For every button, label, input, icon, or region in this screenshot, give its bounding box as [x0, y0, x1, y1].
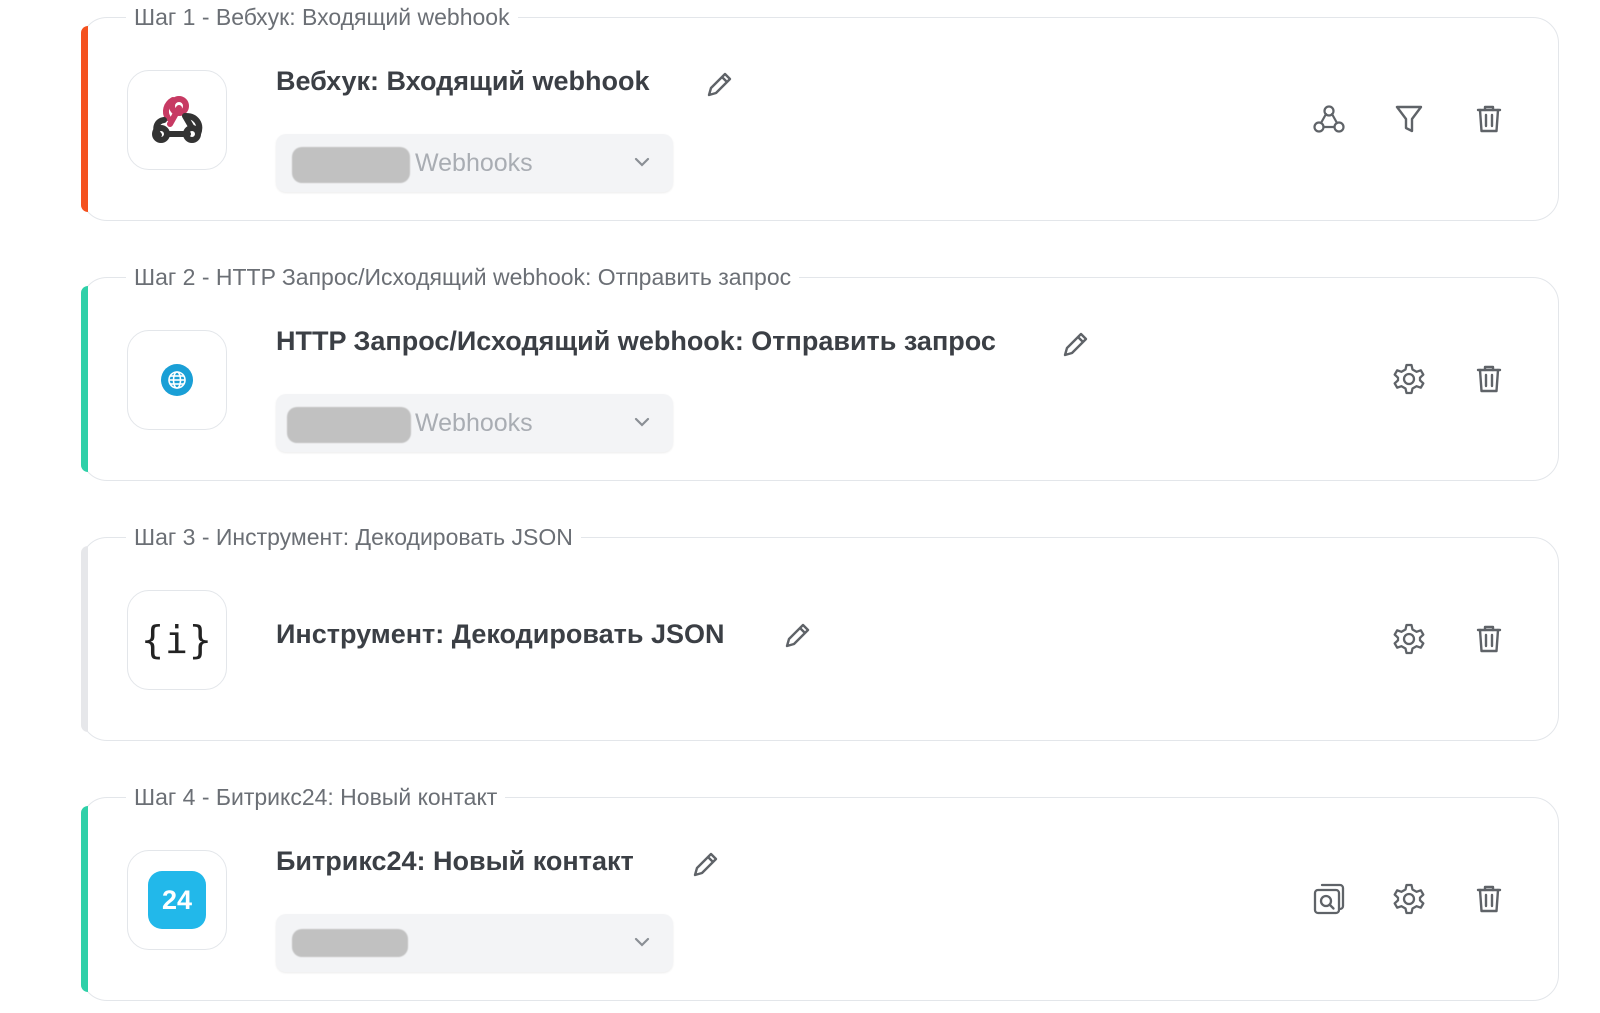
- status-indicator: [81, 286, 88, 472]
- selected-connection: Webhooks: [415, 149, 533, 177]
- search-data-button[interactable]: [1312, 882, 1346, 916]
- selected-connection: Webhooks: [415, 409, 533, 437]
- step-app-icon: [127, 70, 227, 170]
- filter-button[interactable]: [1392, 102, 1426, 136]
- step-title: Вебхук: Входящий webhook: [276, 66, 650, 96]
- edit-title-button[interactable]: [1059, 329, 1091, 361]
- step-title: Битрикс24: Новый контакт: [276, 846, 634, 876]
- pencil-icon: [1063, 332, 1088, 357]
- trash-icon: [1476, 885, 1502, 913]
- pencil-icon: [785, 623, 810, 648]
- pencil-icon: [693, 852, 718, 877]
- step-legend: Шаг 4 - Битрикс24: Новый контакт: [126, 783, 506, 811]
- delete-step-button[interactable]: [1472, 362, 1506, 396]
- redacted-account: [292, 929, 408, 957]
- step-legend: Шаг 1 - Вебхук: Входящий webhook: [126, 3, 518, 31]
- trash-icon: [1476, 105, 1502, 133]
- step-card-4: Шаг 4 - Битрикс24: Новый контакт 24 Битр…: [81, 783, 1559, 1001]
- connection-select[interactable]: Webhooks: [276, 394, 673, 452]
- globe-icon: [161, 364, 193, 396]
- gear-icon: [1393, 363, 1425, 395]
- step-app-icon: {i}: [127, 590, 227, 690]
- delete-step-button[interactable]: [1472, 882, 1506, 916]
- step-title: Инструмент: Декодировать JSON: [276, 619, 725, 649]
- connection-select[interactable]: [276, 914, 673, 972]
- step-card-1: Шаг 1 - Вебхук: Входящий webhook Вебхук:…: [81, 3, 1559, 221]
- edit-title-button[interactable]: [781, 620, 813, 652]
- redacted-account: [292, 147, 410, 183]
- step-app-icon: 24: [127, 850, 227, 950]
- webhook-icon: [1313, 105, 1345, 133]
- step-settings-button[interactable]: [1392, 362, 1426, 396]
- step-card-2: Шаг 2 - HTTP Запрос/Исходящий webhook: О…: [81, 263, 1559, 481]
- pencil-icon: [707, 72, 732, 97]
- webhook-settings-button[interactable]: [1312, 102, 1346, 136]
- trash-icon: [1476, 365, 1502, 393]
- webhook-icon: [152, 96, 203, 143]
- step-app-icon: [127, 330, 227, 430]
- status-indicator: [81, 806, 88, 992]
- status-indicator: [81, 546, 88, 732]
- step-title: HTTP Запрос/Исходящий webhook: Отправить…: [276, 326, 996, 356]
- chevron-down-icon: [634, 937, 650, 947]
- edit-title-button[interactable]: [703, 69, 735, 101]
- step-legend: Шаг 3 - Инструмент: Декодировать JSON: [126, 523, 581, 551]
- step-legend: Шаг 2 - HTTP Запрос/Исходящий webhook: О…: [126, 263, 800, 291]
- workflow-steps: Шаг 1 - Вебхук: Входящий webhook Вебхук:…: [0, 0, 1600, 1013]
- gear-icon: [1393, 623, 1425, 655]
- status-indicator: [81, 26, 88, 212]
- redacted-account: [287, 407, 411, 443]
- step-settings-button[interactable]: [1392, 882, 1426, 916]
- delete-step-button[interactable]: [1472, 102, 1506, 136]
- gear-icon: [1393, 883, 1425, 915]
- chevron-down-icon: [634, 157, 650, 167]
- json-icon: {i}: [141, 618, 213, 662]
- edit-title-button[interactable]: [689, 849, 721, 881]
- step-card-3: Шаг 3 - Инструмент: Декодировать JSON {i…: [81, 523, 1559, 741]
- chevron-down-icon: [634, 417, 650, 427]
- search-doc-icon: [1313, 883, 1345, 915]
- bitrix24-icon: 24: [148, 871, 206, 929]
- filter-icon: [1395, 105, 1423, 133]
- step-settings-button[interactable]: [1392, 622, 1426, 656]
- connection-select[interactable]: Webhooks: [276, 134, 673, 192]
- trash-icon: [1476, 625, 1502, 653]
- delete-step-button[interactable]: [1472, 622, 1506, 656]
